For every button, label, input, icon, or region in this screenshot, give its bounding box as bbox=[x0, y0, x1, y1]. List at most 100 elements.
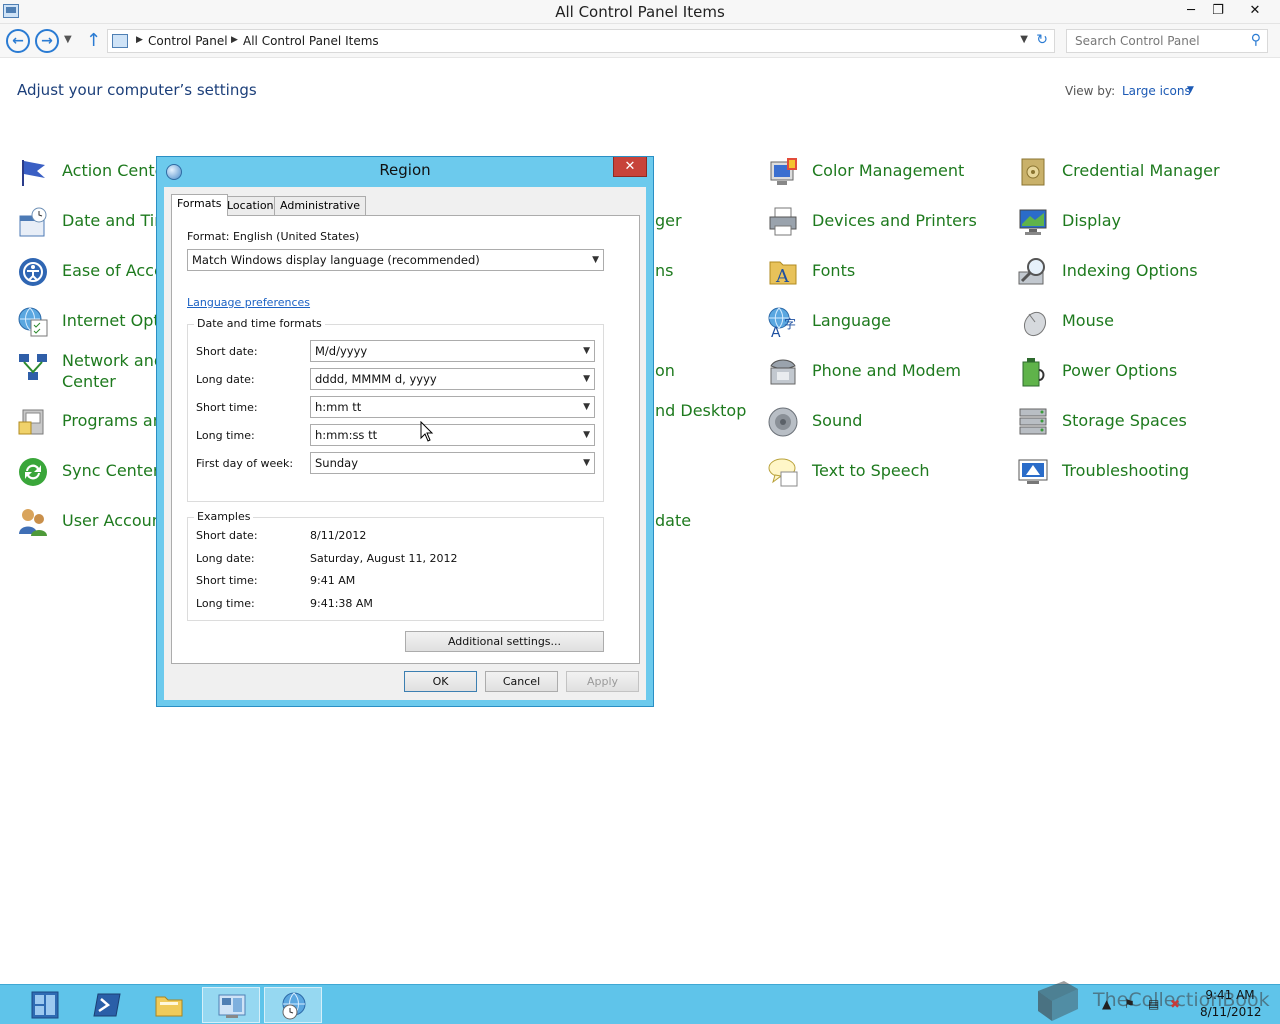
item-credential-manager[interactable]: Credential Manager bbox=[1017, 156, 1237, 196]
dialog-close-button[interactable]: ✕ bbox=[613, 157, 647, 177]
item-indexing-options[interactable]: Indexing Options bbox=[1017, 256, 1237, 296]
item-programs-and-features[interactable]: Programs and bbox=[17, 406, 173, 446]
up-arrow-icon[interactable]: ↑ bbox=[86, 30, 101, 51]
refresh-icon[interactable]: ↻ bbox=[1036, 32, 1048, 48]
file-explorer-button[interactable] bbox=[140, 987, 198, 1023]
address-dropdown-icon[interactable]: ▼ bbox=[1020, 34, 1028, 45]
region-taskbar-button[interactable] bbox=[264, 987, 322, 1023]
item-date-and-time[interactable]: Date and Time bbox=[17, 206, 180, 246]
recent-locations-chevron-icon[interactable]: ▼ bbox=[64, 34, 72, 45]
item-sound[interactable]: Sound bbox=[767, 406, 967, 446]
example-short-date-value: 8/11/2012 bbox=[310, 529, 367, 542]
show-hidden-icons-chevron-icon[interactable]: ▲ bbox=[1102, 997, 1111, 1011]
item-phone-and-modem[interactable]: Phone and Modem bbox=[767, 356, 967, 396]
forward-button[interactable]: → bbox=[35, 29, 59, 53]
item-storage-spaces[interactable]: Storage Spaces bbox=[1017, 406, 1237, 446]
apply-button[interactable]: Apply bbox=[566, 671, 639, 692]
item-sync-center[interactable]: Sync Center bbox=[17, 456, 160, 496]
item-action-center[interactable]: Action Center bbox=[17, 156, 171, 196]
long-time-value: h:mm:ss tt bbox=[315, 428, 378, 442]
breadcrumb-all-items[interactable]: All Control Panel Items bbox=[243, 34, 379, 48]
short-date-value: M/d/yyyy bbox=[315, 344, 368, 358]
tab-administrative[interactable]: Administrative bbox=[274, 196, 367, 215]
server-manager-icon bbox=[31, 991, 59, 1019]
control-panel-icon bbox=[112, 34, 128, 48]
chevron-down-icon: ▼ bbox=[592, 255, 599, 265]
clock-date[interactable]: 8/11/2012 bbox=[1200, 1005, 1262, 1019]
chevron-down-icon: ▼ bbox=[583, 346, 590, 356]
item-display[interactable]: Display bbox=[1017, 206, 1237, 246]
long-date-label: Long date: bbox=[196, 373, 255, 386]
example-short-date-label: Short date: bbox=[196, 529, 258, 542]
speaker-icon bbox=[767, 406, 799, 438]
region-dialog: Region ✕ Formats Location Administrative… bbox=[156, 156, 654, 707]
speech-bubble-icon bbox=[767, 456, 799, 488]
format-label: Format: English (United States) bbox=[187, 230, 360, 243]
powershell-icon bbox=[93, 993, 121, 1017]
search-placeholder: Search Control Panel bbox=[1075, 34, 1200, 48]
first-day-value: Sunday bbox=[315, 456, 359, 470]
formats-tab-panel: Format: English (United States) Match Wi… bbox=[171, 215, 640, 664]
network-status-icon[interactable]: ▤ bbox=[1148, 997, 1159, 1011]
short-date-dropdown[interactable]: M/d/yyyy ▼ bbox=[310, 340, 595, 362]
item-mouse[interactable]: Mouse bbox=[1017, 306, 1237, 346]
users-icon bbox=[17, 506, 49, 538]
item-devices-and-printers[interactable]: Devices and Printers bbox=[767, 206, 977, 246]
item-ease-of-access[interactable]: Ease of Access bbox=[17, 256, 180, 296]
example-long-date-label: Long date: bbox=[196, 552, 255, 565]
additional-settings-button[interactable]: Additional settings... bbox=[405, 631, 604, 652]
first-day-dropdown[interactable]: Sunday ▼ bbox=[310, 452, 595, 474]
long-date-value: dddd, MMMM d, yyyy bbox=[315, 372, 437, 386]
short-time-dropdown[interactable]: h:mm tt ▼ bbox=[310, 396, 595, 418]
long-date-dropdown[interactable]: dddd, MMMM d, yyyy ▼ bbox=[310, 368, 595, 390]
volume-muted-icon[interactable]: ✖ bbox=[1170, 997, 1180, 1011]
view-by-dropdown[interactable]: Large icons bbox=[1122, 84, 1191, 98]
example-long-time-label: Long time: bbox=[196, 597, 255, 610]
close-button[interactable]: ✕ bbox=[1238, 0, 1272, 22]
item-color-management[interactable]: Color Management bbox=[767, 156, 967, 196]
chevron-down-icon: ▼ bbox=[583, 374, 590, 384]
breadcrumb-chevron-icon[interactable]: ▶ bbox=[231, 35, 238, 45]
example-short-time-label: Short time: bbox=[196, 574, 258, 587]
powershell-button[interactable] bbox=[78, 987, 136, 1023]
language-preferences-link[interactable]: Language preferences bbox=[187, 296, 310, 309]
item-internet-options[interactable]: Internet Optio bbox=[17, 306, 174, 346]
group-title: Examples bbox=[194, 510, 254, 523]
flag-icon bbox=[17, 156, 49, 188]
phone-icon bbox=[767, 356, 799, 388]
server-manager-button[interactable] bbox=[16, 987, 74, 1023]
item-user-accounts[interactable]: User Accounts bbox=[17, 506, 177, 546]
item-power-options[interactable]: Power Options bbox=[1017, 356, 1237, 396]
sync-icon bbox=[17, 456, 49, 488]
chevron-down-icon: ▼ bbox=[583, 402, 590, 412]
cancel-button[interactable]: Cancel bbox=[485, 671, 558, 692]
control-panel-taskbar-button[interactable] bbox=[202, 987, 260, 1023]
group-title: Date and time formats bbox=[194, 317, 325, 330]
tab-location[interactable]: Location bbox=[221, 196, 280, 215]
svg-text:A: A bbox=[771, 325, 781, 338]
action-center-flag-icon[interactable]: ⚑ bbox=[1124, 997, 1135, 1011]
fonts-folder-icon: A bbox=[767, 256, 799, 288]
restore-button[interactable]: ❐ bbox=[1205, 0, 1231, 22]
short-time-label: Short time: bbox=[196, 401, 258, 414]
folder-icon bbox=[155, 996, 183, 1017]
breadcrumb-control-panel[interactable]: Control Panel bbox=[148, 34, 228, 48]
long-time-dropdown[interactable]: h:mm:ss tt ▼ bbox=[310, 424, 595, 446]
tab-formats[interactable]: Formats bbox=[171, 194, 228, 216]
minimize-button[interactable]: ─ bbox=[1178, 0, 1204, 22]
item-language[interactable]: A字 Language bbox=[767, 306, 967, 346]
search-input[interactable]: Search Control Panel ⚲ bbox=[1066, 29, 1268, 53]
item-troubleshooting[interactable]: Troubleshooting bbox=[1017, 456, 1237, 496]
control-panel-icon bbox=[218, 994, 246, 1018]
item-fonts[interactable]: A Fonts bbox=[767, 256, 967, 296]
format-dropdown[interactable]: Match Windows display language (recommen… bbox=[187, 249, 604, 271]
item-text-to-speech[interactable]: Text to Speech bbox=[767, 456, 967, 496]
search-icon[interactable]: ⚲ bbox=[1251, 32, 1261, 48]
breadcrumb-chevron-icon[interactable]: ▶ bbox=[136, 35, 143, 45]
clock-time[interactable]: 9:41 AM bbox=[1200, 988, 1260, 1002]
view-by-caret-icon[interactable]: ▼ bbox=[1187, 85, 1194, 95]
address-bar[interactable]: ▶ Control Panel ▶ All Control Panel Item… bbox=[107, 29, 1055, 53]
back-button[interactable]: ← bbox=[6, 29, 30, 53]
item-network-and-sharing-center[interactable]: Network and Center bbox=[17, 346, 164, 396]
ok-button[interactable]: OK bbox=[404, 671, 477, 692]
